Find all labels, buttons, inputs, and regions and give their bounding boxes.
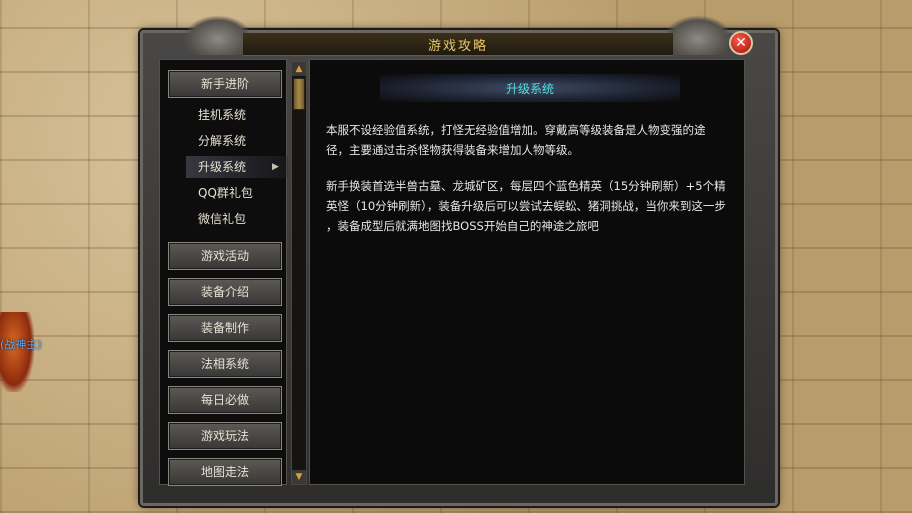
game-world-background: (战神主) [0,0,140,513]
sub-item-label: QQ群礼包 [198,186,253,200]
arrow-right-icon: ▶ [272,162,279,172]
npc-name-label: (战神主) [0,338,42,351]
close-button[interactable]: ✕ [729,31,753,55]
sub-item-qq-gift[interactable]: QQ群礼包 [186,182,288,204]
scroll-down-icon[interactable]: ▼ [292,470,306,484]
sidebar-scrollbar[interactable]: ▲ ▼ [291,61,307,485]
content-paragraph-1: 本服不设经验值系统，打怪无经验值增加。穿戴高等级装备是人物变强的途 径，主要通过… [326,123,706,157]
sub-item-upgrade-system[interactable]: 升级系统 ▶ [186,156,288,178]
game-guide-window: 游戏攻略 ✕ 新手进阶 挂机系统 分解系统 升级系统 ▶ QQ群礼包 微信礼包 … [140,15,778,506]
sub-item-wechat-gift[interactable]: 微信礼包 [186,208,288,230]
menu-button-map-routes[interactable]: 地图走法 [168,458,282,486]
content-header: 升级系统 [380,74,680,102]
menu-button-dharma-system[interactable]: 法相系统 [168,350,282,378]
scroll-thumb[interactable] [293,78,305,110]
npc-sprite[interactable] [0,312,34,392]
content-title: 升级系统 [505,81,554,96]
menu-button-equipment-craft[interactable]: 装备制作 [168,314,282,342]
menu-button-equipment-intro[interactable]: 装备介绍 [168,278,282,306]
sub-item-dismantle-system[interactable]: 分解系统 [186,130,288,152]
window-title: 游戏攻略 [427,38,488,54]
sub-item-label: 分解系统 [198,134,247,148]
menu-button-daily-tasks[interactable]: 每日必做 [168,386,282,414]
menu-button-newbie[interactable]: 新手进阶 [168,70,282,98]
content-paragraph-2: 新手换装首选半兽古墓、龙城矿区，每层四个蓝色精英（15分钟刷新）+5个精 英怪（… [326,179,726,233]
window-titlebar[interactable]: 游戏攻略 [243,33,673,56]
dragon-ornament-right-icon [663,15,733,55]
scroll-up-icon[interactable]: ▲ [292,62,306,76]
sub-item-label: 微信礼包 [198,212,247,226]
sub-item-label: 挂机系统 [198,108,247,122]
sub-item-afk-system[interactable]: 挂机系统 [186,104,288,126]
guide-sidebar: 新手进阶 挂机系统 分解系统 升级系统 ▶ QQ群礼包 微信礼包 游戏活动 装备… [159,59,288,486]
menu-button-events[interactable]: 游戏活动 [168,242,282,270]
sub-item-label: 升级系统 [198,160,247,174]
menu-button-gameplay[interactable]: 游戏玩法 [168,422,282,450]
guide-content-panel: 升级系统 本服不设经验值系统，打怪无经验值增加。穿戴高等级装备是人物变强的途 径… [309,59,745,485]
